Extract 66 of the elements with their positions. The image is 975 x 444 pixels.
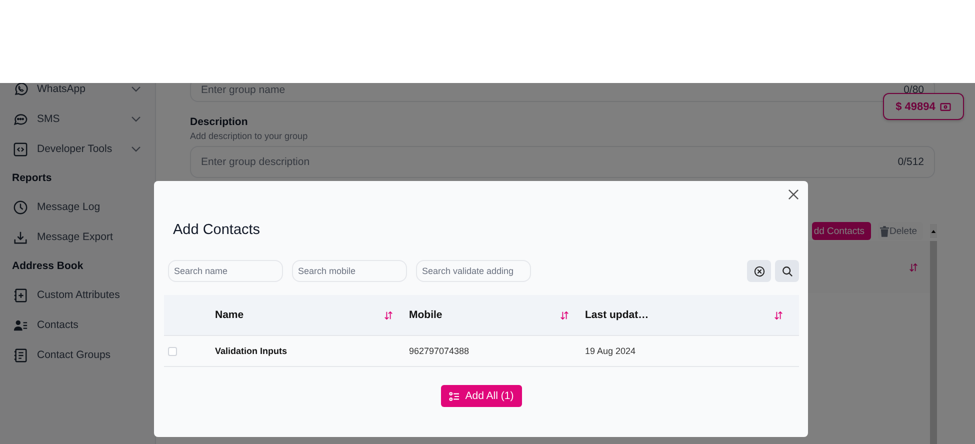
people-list-icon [13,318,28,332]
sidebar-item-label: Contact Groups [37,349,112,361]
sidebar-item[interactable]: SMS [0,104,155,134]
sidebar-item[interactable]: Message Export [0,222,155,252]
add-all-button[interactable]: Add All (1) [441,385,522,407]
sort-icon[interactable] [560,310,569,320]
sidebar-heading: Address Book [11,259,84,274]
sidebar-item[interactable]: Custom Attributes [0,280,155,310]
character-counter: 0/80 [904,84,924,96]
group-description-placeholder: Enter group description [201,156,310,168]
sidebar-item-label: Custom Attributes [37,289,121,301]
search-field[interactable]: Search validate adding [416,260,531,282]
sidebar-item[interactable]: Contact Groups [0,340,155,370]
sidebar-item-label: Contacts [37,319,80,331]
sidebar-item-label: Message Export [37,231,114,243]
sidebar-item[interactable]: Contacts [0,310,155,340]
clear-icon [754,266,764,276]
column-header[interactable]: Last updat… [585,309,799,321]
column-header[interactable]: Name [215,309,409,321]
sidebar-item-label: Developer Tools [37,143,114,155]
table-cell-text: Validation Inputs [215,346,288,356]
sort-icon[interactable] [384,310,393,320]
caret-up-icon [931,230,936,232]
search-icon [782,266,792,276]
search-field[interactable]: Search mobile [292,260,407,282]
clear-button[interactable] [747,260,771,282]
sidebar-item[interactable]: Message Log [0,192,155,222]
sidebar-item-label: SMS [37,113,61,125]
balance-amount: $ 49894 [896,100,936,112]
sidebar-item-label: Message Log [37,201,102,213]
column-title: Mobile [409,309,442,321]
sidebar-heading: Reports [11,171,53,186]
table-cell-text: 962797074388 [409,346,470,356]
column-header[interactable]: Mobile [409,309,585,321]
speech-bubble-icon [13,112,28,126]
character-counter: 0/512 [898,156,924,168]
checklist-icon [449,392,460,400]
modal-title: Add Contacts [173,222,262,238]
code-icon [13,142,28,156]
close-icon[interactable] [788,189,799,200]
scroll-up-button[interactable] [930,224,937,238]
row-checkbox[interactable] [168,346,177,356]
cash-icon [940,102,952,110]
sidebar-item[interactable]: WhatsApp [0,83,155,104]
search-field[interactable]: Search name [168,260,283,282]
group-name-placeholder: Enter group name [201,84,286,96]
sidebar-item-label: WhatsApp [37,83,86,95]
table-cell-text: 19 Aug 2024 [585,346,637,356]
chat-bubble-icon [13,83,28,96]
notebook-icon [13,348,28,362]
scrollbar[interactable] [930,241,937,444]
sidebar-item[interactable]: Developer Tools [0,134,155,164]
description-label: Description [190,116,249,128]
add-contacts-button[interactable]: dd Contacts [812,222,871,240]
column-title: Name [215,309,244,321]
search-button[interactable] [775,260,799,282]
sort-icon[interactable] [909,262,918,272]
description-hint: Add description to your group [190,131,309,141]
sort-icon[interactable] [774,310,783,320]
add-page-icon [13,288,28,302]
trash-icon [880,226,889,236]
balance-badge[interactable]: $ 49894 [883,93,964,120]
group-description-field[interactable]: Enter group description 0/512 [190,146,935,178]
download-icon [13,230,28,244]
clock-icon [13,200,28,214]
column-title: Last updat… [585,309,649,321]
